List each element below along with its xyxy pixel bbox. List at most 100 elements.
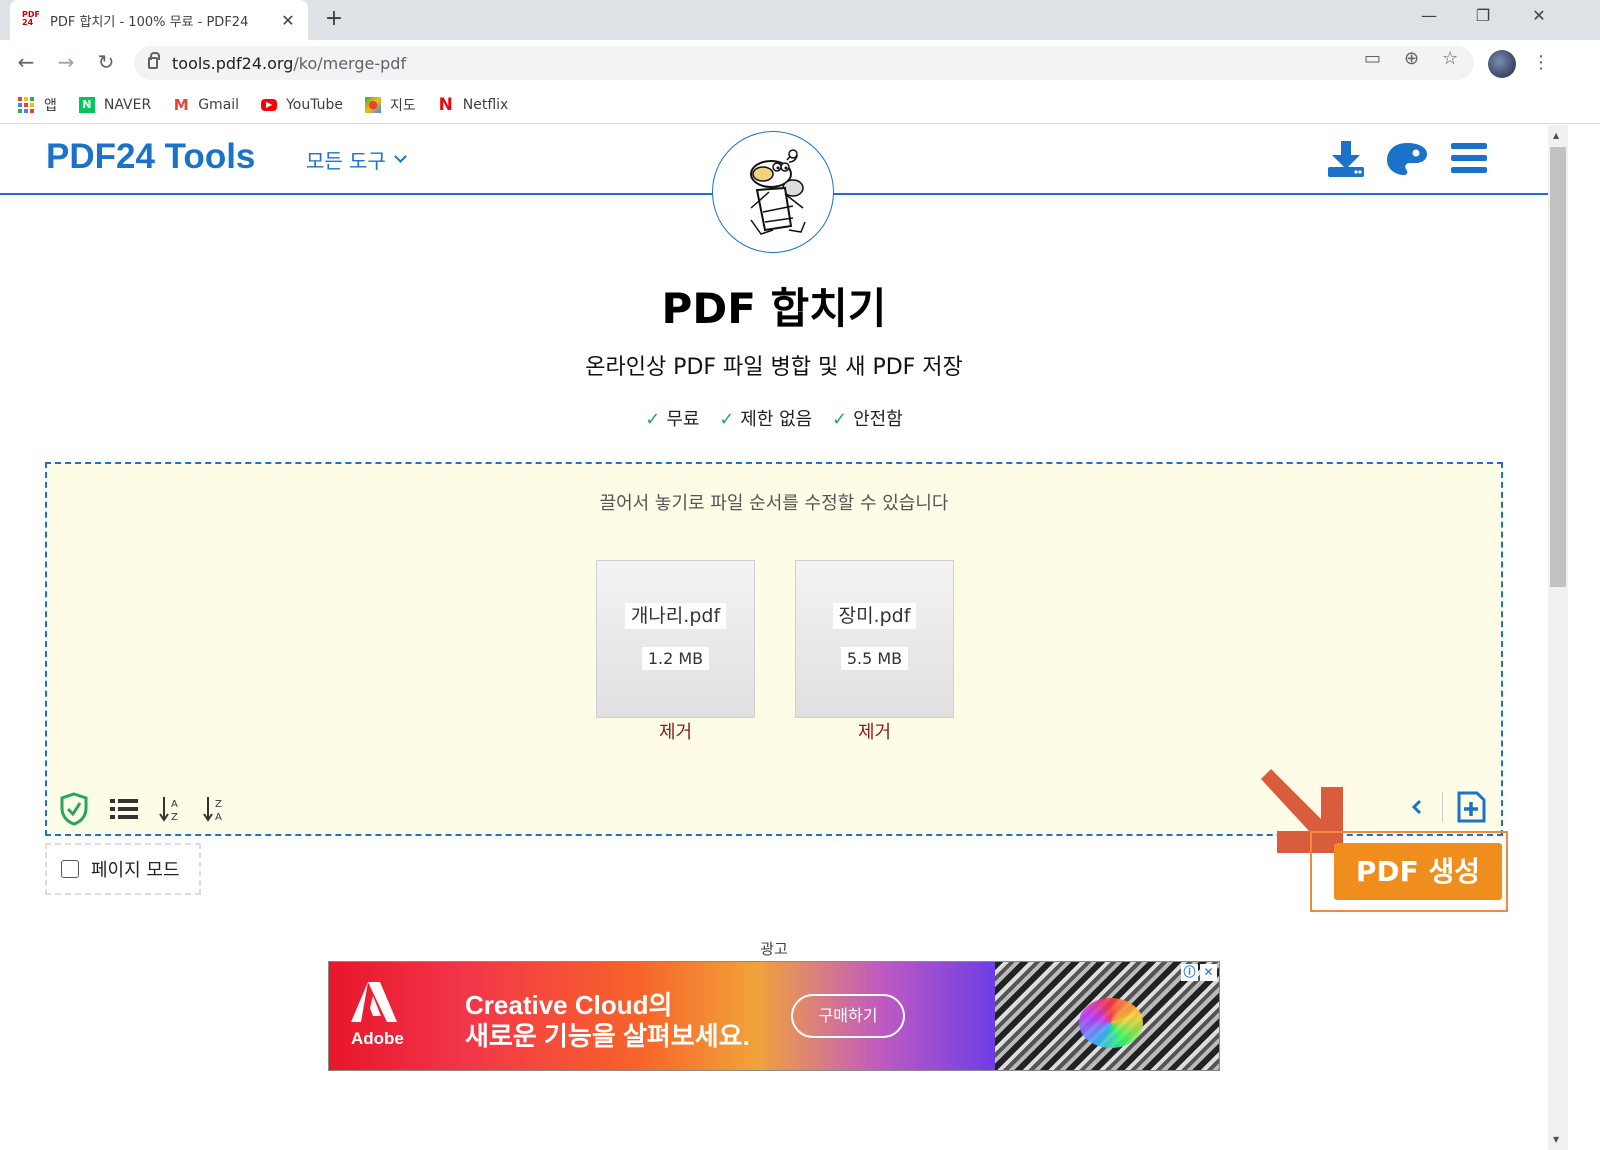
scroll-down-arrow-icon[interactable]: ▼ [1553,1135,1559,1144]
sort-az-icon[interactable]: A Z [159,795,183,823]
youtube-icon: ▶ [261,98,278,111]
bookmark-label: YouTube [286,96,343,113]
page-mode-checkbox[interactable] [61,860,79,878]
svg-text:Z: Z [171,812,178,823]
minimize-icon[interactable]: — [1414,6,1444,25]
dropzone-toolbar: A Z Z A [59,792,247,826]
svg-text:A: A [215,812,222,823]
adobe-logo: Adobe [351,982,404,1049]
page-title: PDF 합치기 [661,284,887,333]
hamburger-menu-icon[interactable] [1450,142,1488,174]
check-icon: ✓ [831,409,848,430]
ad-info-icon[interactable]: ⓘ [1181,964,1198,981]
forward-arrow-icon[interactable]: → [54,51,78,73]
netflix-icon: N [438,94,453,115]
all-tools-menu[interactable]: 모든 도구 [306,145,407,174]
bookmark-gmail[interactable]: M Gmail [173,97,239,113]
page-subtitle: 온라인상 PDF 파일 병합 및 새 PDF 저장 [585,355,963,380]
adobe-a-icon [351,982,404,1029]
reorder-hint: 끌어서 놓기로 파일 순서를 수정할 수 있습니다 [599,493,949,514]
cast-icon[interactable]: ▭ [1364,48,1381,69]
palette-icon[interactable] [1386,141,1428,177]
scrollbar-thumb[interactable] [1550,147,1566,587]
reload-icon[interactable]: ↻ [94,51,118,73]
ad-line-1: Creative Cloud의 [465,990,673,1020]
remove-file-link[interactable]: 제거 [596,718,755,744]
ad-copy: Creative Cloud의 새로운 기능을 살펴보세요. [465,990,750,1052]
bookmark-label: Gmail [198,96,240,113]
ad-line-2: 새로운 기능을 살펴보세요. [465,1021,750,1051]
chevron-left-icon[interactable] [1408,797,1426,817]
url-host: tools.pdf24.org [172,53,294,73]
mascot-logo[interactable] [712,131,834,253]
action-divider [1442,792,1443,822]
page-mode-toggle[interactable]: 페이지 모드 [45,843,201,895]
site-brand[interactable]: PDF24 Tools [46,137,255,177]
apps-icon [18,96,34,113]
remove-file-link[interactable]: 제거 [795,718,954,744]
url-path: /ko/merge-pdf [293,53,407,73]
bookmark-apps[interactable]: 앱 [18,95,57,115]
svg-text:A: A [171,799,178,810]
create-pdf-highlight: PDF 생성 [1310,831,1508,912]
mascot-illustration-icon [750,149,806,235]
file-name: 장미.pdf [832,603,917,629]
bookmark-label: 지도 [390,97,416,114]
list-view-icon[interactable] [109,797,139,821]
maps-icon: ● [365,96,381,113]
file-size: 1.2 MB [641,647,710,670]
pdf24-favicon-icon: PDF 24 [22,10,40,27]
bookmark-naver[interactable]: N NAVER [78,96,151,113]
tab-close-icon[interactable]: ✕ [280,11,296,30]
scroll-up-arrow-icon[interactable]: ▲ [1553,131,1559,140]
bookmark-label: 앱 [44,97,57,114]
bookmark-star-icon[interactable]: ☆ [1442,48,1458,69]
browser-tabstrip: PDF 24 PDF 합치기 - 100% 무료 - PDF24 ✕ + — ❐… [0,0,1600,40]
bookmark-youtube[interactable]: ▶ YouTube [261,97,343,113]
tab-title: PDF 합치기 - 100% 무료 - PDF24 [50,14,249,30]
feature-free: ✓ 무료 [645,409,700,430]
file-card[interactable]: 개나리.pdf 1.2 MB [596,560,755,718]
check-icon: ✓ [645,409,661,430]
gmail-icon: M [173,95,189,114]
lock-icon [148,52,160,69]
ad-label: 광고 [760,940,788,958]
ad-buy-button[interactable]: 구매하기 [791,994,905,1038]
dropzone-actions [1408,790,1487,824]
install-plus-icon[interactable]: ⊕ [1404,48,1419,69]
chevron-down-icon [394,150,407,163]
file-card[interactable]: 장미.pdf 5.5 MB [795,560,954,718]
ad-close-icon[interactable]: ✕ [1200,964,1217,981]
bookmarks-bar: 앱 N NAVER M Gmail ▶ YouTube ● 지도 N Netfl… [0,86,1600,124]
sort-za-icon[interactable]: Z A [203,795,227,823]
page-mode-label: 페이지 모드 [91,860,180,881]
profile-avatar[interactable] [1488,50,1516,78]
feature-secure: ✓ 안전함 [831,409,903,430]
page-viewport: PDF24 Tools 모든 도구 PDF 합치기 온라인상 PDF 파일 병합… [0,125,1548,1150]
bookmark-label: Netflix [462,96,509,113]
address-bar[interactable]: tools.pdf24.org/ko/merge-pdf [134,46,1474,80]
feature-list: ✓ 무료 ✓ 제한 없음 ✓ 안전함 [0,405,1548,431]
new-tab-plus-icon[interactable]: + [322,8,346,32]
check-icon: ✓ [719,409,735,430]
add-file-icon[interactable] [1455,790,1487,824]
create-pdf-button[interactable]: PDF 생성 [1334,843,1502,900]
browser-toolbar: ← → ↻ tools.pdf24.org/ko/merge-pdf ▭ ⊕ ☆ [0,40,1600,86]
file-name: 개나리.pdf [624,603,727,629]
adobe-wordmark: Adobe [351,1029,404,1048]
ad-choices: ⓘ ✕ [1179,964,1217,981]
browser-menu-icon[interactable]: ⋮ [1532,52,1550,73]
maximize-icon[interactable]: ❐ [1468,6,1498,25]
shield-check-icon[interactable] [59,792,89,826]
bookmark-netflix[interactable]: N Netflix [438,94,509,115]
all-tools-label: 모든 도구 [306,149,386,173]
adobe-ad-banner[interactable]: Adobe Creative Cloud의 새로운 기능을 살펴보세요. 구매하… [328,961,1220,1071]
download-icon[interactable] [1326,139,1366,179]
file-size: 5.5 MB [840,647,909,670]
svg-text:Z: Z [215,799,222,810]
page-scrollbar[interactable]: ▲ ▼ [1548,125,1568,1150]
window-close-icon[interactable]: ✕ [1524,6,1554,25]
back-arrow-icon[interactable]: ← [14,51,38,73]
bookmark-maps[interactable]: ● 지도 [365,95,416,115]
browser-tab[interactable]: PDF 24 PDF 합치기 - 100% 무료 - PDF24 ✕ [10,0,308,40]
